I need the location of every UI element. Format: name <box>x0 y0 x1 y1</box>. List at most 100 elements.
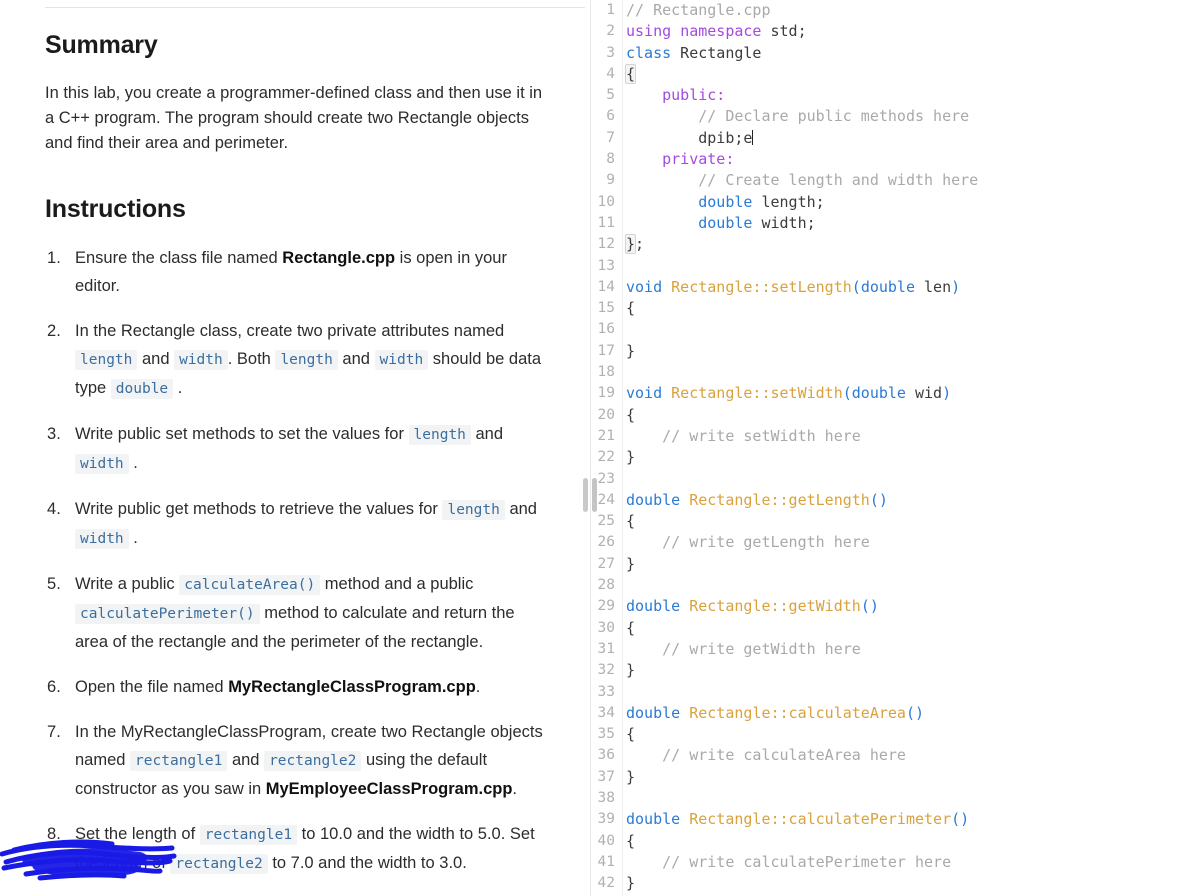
code-line-text[interactable]: // write calculateArea here <box>622 745 1200 766</box>
code-line[interactable]: 23 <box>590 469 1200 490</box>
code-line[interactable]: 20 { <box>590 405 1200 426</box>
code-token: { <box>626 299 636 318</box>
code-line[interactable]: 17} <box>590 341 1200 362</box>
code-line[interactable]: 22} <box>590 447 1200 468</box>
code-line[interactable]: 5 public: <box>590 85 1200 106</box>
code-line[interactable]: 9 // Create length and width here <box>590 170 1200 191</box>
code-line[interactable]: 10 double length; <box>590 192 1200 213</box>
code-line[interactable]: 28 <box>590 575 1200 596</box>
code-token: double <box>851 384 906 403</box>
code-line[interactable]: 35 { <box>590 724 1200 745</box>
line-number: 35 <box>597 726 615 743</box>
code-line-text[interactable]: { <box>622 298 1200 319</box>
code-line-text[interactable]: void Rectangle::setWidth(double wid) <box>622 383 1200 404</box>
code-line-text[interactable]: // write calculatePerimeter here <box>622 852 1200 873</box>
code-line[interactable]: 13 <box>590 256 1200 277</box>
code-line[interactable]: 38 <box>590 788 1200 809</box>
code-line[interactable]: 36 // write calculateArea here <box>590 745 1200 766</box>
line-number: 30 <box>597 619 615 636</box>
code-line-text[interactable]: { <box>622 511 1200 532</box>
code-line-text[interactable]: // Declare public methods here <box>622 106 1200 127</box>
code-line-text[interactable]: } <box>622 767 1200 788</box>
code-line[interactable]: 14 void Rectangle::setLength(double len) <box>590 277 1200 298</box>
inline-code-token: double <box>110 378 174 399</box>
line-number: 10 <box>597 193 615 210</box>
code-line-text[interactable]: public: <box>622 85 1200 106</box>
code-line-text[interactable]: } <box>622 660 1200 681</box>
instructions-scroll-area[interactable]: Summary In this lab, you create a progra… <box>0 8 585 896</box>
code-line-text[interactable]: }; <box>622 234 1200 255</box>
code-line-text[interactable]: // write getLength here <box>622 532 1200 553</box>
code-line[interactable]: 27} <box>590 554 1200 575</box>
code-line[interactable]: 30 { <box>590 618 1200 639</box>
code-editor-panel[interactable]: 1 // Rectangle.cpp 2 using namespace std; 3 c… <box>590 0 1200 896</box>
code-line-text[interactable]: double length; <box>622 192 1200 213</box>
instruction-step: Write a public calculateArea() method an… <box>45 570 545 656</box>
step-text: method and a public <box>320 574 474 593</box>
code-line-text[interactable]: { <box>622 724 1200 745</box>
code-token: { <box>626 512 636 531</box>
step-text: Ensure the class file named <box>75 248 283 267</box>
code-line[interactable]: 41 // write calculatePerimeter here <box>590 852 1200 873</box>
code-token: width; <box>752 213 816 232</box>
code-line[interactable]: 11 double width; <box>590 213 1200 234</box>
code-token: Rectangle::calculatePerimeter <box>689 810 952 829</box>
code-token: void <box>626 384 663 403</box>
code-line-text[interactable]: dpib;e <box>622 128 1200 149</box>
code-line[interactable]: 29 double Rectangle::getWidth() <box>590 596 1200 617</box>
code-line-text[interactable]: double width; <box>622 213 1200 234</box>
code-line-text[interactable]: class Rectangle <box>622 43 1200 64</box>
code-lines-container[interactable]: 1 // Rectangle.cpp 2 using namespace std; 3 c… <box>590 0 1200 896</box>
code-line[interactable]: 21 // write setWidth here <box>590 426 1200 447</box>
code-line[interactable]: 34 double Rectangle::calculateArea() <box>590 703 1200 724</box>
code-line[interactable]: 33 <box>590 682 1200 703</box>
code-line-text[interactable]: // write setWidth here <box>622 426 1200 447</box>
line-number: 13 <box>597 257 615 274</box>
code-line-text[interactable]: private: <box>622 149 1200 170</box>
code-token: () <box>905 703 925 722</box>
code-line[interactable]: 40 { <box>590 831 1200 852</box>
code-line-text[interactable]: // Create length and width here <box>622 170 1200 191</box>
code-line[interactable]: 18 <box>590 362 1200 383</box>
code-line-text[interactable]: { <box>622 405 1200 426</box>
code-line[interactable]: 2 using namespace std; <box>590 21 1200 42</box>
code-line-text[interactable]: } <box>622 873 1200 894</box>
code-line[interactable]: 19 void Rectangle::setWidth(double wid) <box>590 383 1200 404</box>
code-line[interactable]: 6 // Declare public methods here <box>590 106 1200 127</box>
code-line-text[interactable]: double Rectangle::calculateArea() <box>622 703 1200 724</box>
code-line-text[interactable]: double Rectangle::getLength() <box>622 490 1200 511</box>
code-line-text[interactable]: double Rectangle::getWidth() <box>622 596 1200 617</box>
code-line-text[interactable]: // Rectangle.cpp <box>622 0 1200 21</box>
code-line[interactable]: 26 // write getLength here <box>590 532 1200 553</box>
code-line-text[interactable]: using namespace std; <box>622 21 1200 42</box>
code-line-text[interactable]: // write getWidth here <box>622 639 1200 660</box>
code-line-text[interactable]: { <box>622 63 1200 85</box>
code-line[interactable]: 7 dpib;e <box>590 128 1200 149</box>
code-line[interactable]: 39 double Rectangle::calculatePerimeter() <box>590 809 1200 830</box>
code-line-text[interactable]: void Rectangle::setLength(double len) <box>622 277 1200 298</box>
code-line-text[interactable]: { <box>622 831 1200 852</box>
code-line[interactable]: 15 { <box>590 298 1200 319</box>
code-line[interactable]: 37} <box>590 767 1200 788</box>
code-line[interactable]: 16 <box>590 319 1200 340</box>
code-line[interactable]: 8 private: <box>590 149 1200 170</box>
code-line[interactable]: 3 class Rectangle <box>590 43 1200 64</box>
code-line[interactable]: 31 // write getWidth here <box>590 639 1200 660</box>
code-line-text[interactable]: { <box>622 618 1200 639</box>
code-line-text[interactable]: } <box>622 341 1200 362</box>
code-line-text[interactable]: } <box>622 447 1200 468</box>
instructions-scrollbar-thumb[interactable] <box>583 478 588 512</box>
code-line[interactable]: 25 { <box>590 511 1200 532</box>
code-line-text[interactable]: double Rectangle::calculatePerimeter() <box>622 809 1200 830</box>
code-line[interactable]: 12}; <box>590 234 1200 255</box>
code-line-text[interactable]: } <box>622 554 1200 575</box>
code-token: ( <box>842 384 852 403</box>
code-line[interactable]: 42} <box>590 873 1200 894</box>
line-number: 33 <box>597 683 615 700</box>
code-line[interactable]: 1 // Rectangle.cpp <box>590 0 1200 21</box>
code-line[interactable]: 32} <box>590 660 1200 681</box>
code-line[interactable]: 4{ <box>590 63 1200 85</box>
code-line[interactable]: 24 double Rectangle::getLength() <box>590 490 1200 511</box>
